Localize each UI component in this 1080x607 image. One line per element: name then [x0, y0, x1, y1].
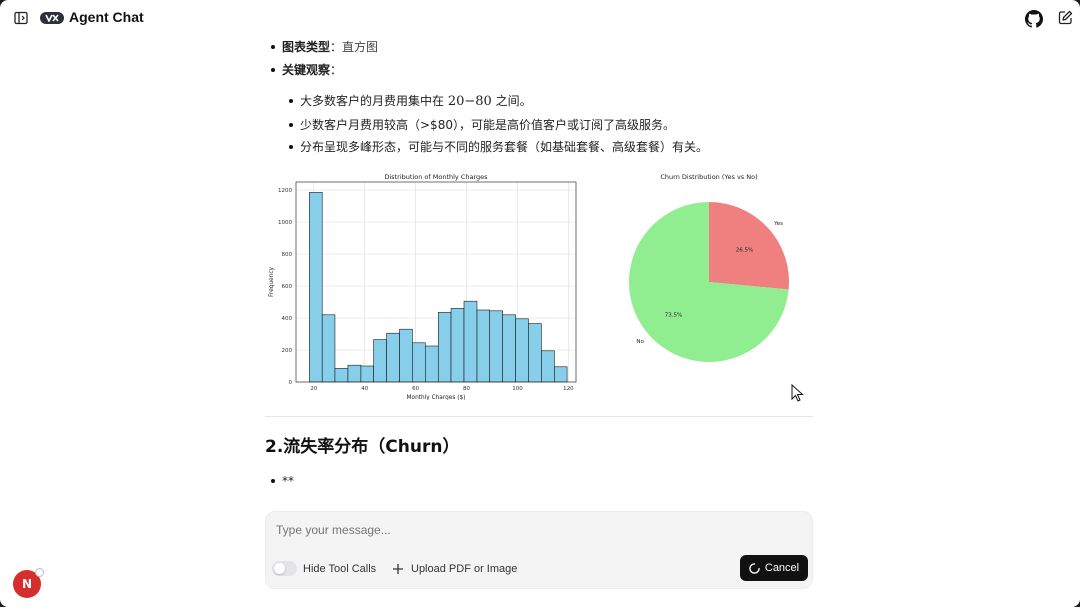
sub-bullet: 大多数客户的月费用集中在 20−80 之间。 — [283, 90, 813, 114]
histogram-bar — [450, 308, 465, 383]
x-tick-label: 100 — [512, 386, 523, 392]
chart-title: Churn Distribution (Yes vs No) — [660, 173, 757, 181]
pie-category-label: Yes — [773, 221, 783, 227]
pie-slice-yes — [709, 202, 789, 290]
x-tick-label: 40 — [361, 386, 368, 392]
new-chat-button[interactable] — [1057, 9, 1074, 26]
math-inline: 20−80 — [447, 94, 492, 109]
hide-tool-calls-toggle[interactable] — [272, 561, 297, 576]
sub-bullet: 分布呈现多峰形态，可能与不同的服务套餐（如基础套餐、高级套餐）有关。 — [283, 136, 813, 159]
histogram-bar — [386, 332, 400, 383]
app-title: Agent Chat — [69, 9, 144, 25]
histogram-bar — [541, 350, 555, 383]
bullet-separator: ： — [330, 40, 343, 54]
sub-bullet-text: 少数客户月费用较高（>$80），可能是高价值客户或订阅了高级服务。 — [300, 117, 675, 132]
upload-button[interactable]: Upload PDF or Image — [391, 560, 521, 578]
histogram-bar — [554, 366, 568, 383]
github-link[interactable] — [1024, 9, 1043, 28]
histogram-bar — [489, 310, 503, 383]
section-heading: 2.流失率分布（Churn） — [265, 437, 460, 457]
pie-value-label: 26.5% — [736, 248, 753, 254]
histogram-bar — [476, 309, 491, 383]
new-chat-icon — [1058, 10, 1073, 25]
histogram-bar — [399, 328, 413, 383]
x-tick-label: 120 — [563, 386, 574, 392]
histogram-bar — [502, 314, 516, 383]
histogram-bar — [515, 318, 529, 383]
pie-value-label: 73.5% — [665, 312, 682, 318]
sub-bullet-text: 大多数客户的月费用集中在 — [300, 94, 448, 108]
x-tick-label: 80 — [463, 386, 470, 392]
y-tick-label: 200 — [282, 348, 293, 354]
bullet-separator: ： — [330, 62, 343, 77]
avatar-initial: N — [21, 577, 33, 591]
y-tick-label: 600 — [282, 284, 293, 290]
chart-title: Distribution of Monthly Charges — [384, 173, 488, 181]
app-window: Agent Chat 图表类型：直方图 关键观察： 大多数客户的月费用集中在 2… — [0, 0, 1080, 607]
message-composer: Hide Tool Calls Upload PDF or Image Canc… — [265, 511, 813, 589]
y-tick-label: 1200 — [278, 188, 292, 194]
pie-category-label: No — [636, 339, 644, 345]
bullet-label: 图表类型 — [282, 40, 331, 54]
histogram-bar — [321, 314, 336, 383]
sub-bullet-text: 之间。 — [491, 94, 532, 108]
bullet-value: 直方图 — [342, 40, 379, 54]
message-input[interactable] — [276, 523, 796, 537]
y-tick-label: 400 — [282, 316, 293, 322]
histogram-bar — [373, 339, 387, 383]
x-axis-label: Monthly Charges ($) — [407, 395, 466, 400]
histogram-bar — [437, 312, 452, 383]
mouse-cursor-icon — [791, 384, 804, 402]
bullet-label: 关键观察 — [282, 62, 331, 77]
histogram-bar — [425, 345, 439, 383]
histogram-bar — [412, 342, 426, 383]
bullet-key-observations: 关键观察： — [265, 59, 805, 82]
histogram-bar — [463, 300, 478, 383]
histogram-bar — [528, 323, 542, 383]
sidebar-toggle-icon — [14, 11, 28, 25]
y-tick-label: 800 — [282, 252, 293, 258]
x-tick-label: 60 — [412, 386, 419, 392]
histogram-bar — [347, 364, 362, 383]
github-icon — [1024, 9, 1043, 28]
histogram-bar — [309, 192, 323, 383]
y-tick-label: 1000 — [278, 220, 292, 226]
pie-chart: Churn Distribution (Yes vs No) 26.5% Yes 73… — [629, 173, 789, 362]
upload-label: Upload PDF or Image — [411, 563, 518, 575]
bullet-chart-type: 图表类型：直方图 — [265, 36, 805, 59]
cancel-label: Cancel — [764, 562, 800, 574]
y-tick-label: 0 — [289, 380, 293, 386]
sidebar-toggle-button[interactable] — [13, 10, 29, 26]
x-tick-label: 20 — [310, 386, 317, 392]
top-bar: Agent Chat — [0, 0, 1080, 36]
y-axis-label: Frequency — [269, 266, 275, 297]
spinner-icon — [749, 562, 760, 574]
cancel-button[interactable]: Cancel — [740, 555, 808, 581]
agent-logo-icon — [40, 12, 64, 24]
plus-icon — [393, 564, 403, 574]
histogram-bar — [360, 365, 374, 383]
trailing-bullet: ** — [265, 470, 465, 493]
hide-tool-calls-label: Hide Tool Calls — [303, 563, 377, 575]
sub-bullet: 少数客户月费用较高（>$80），可能是高价值客户或订阅了高级服务。 — [283, 114, 813, 137]
histogram-bar — [334, 368, 349, 383]
histogram-chart: Distribution of Monthly Charges 0 200 400 60… — [269, 173, 577, 400]
divider — [265, 416, 813, 417]
avatar-status-dot — [35, 568, 44, 577]
sub-bullet-text: 分布呈现多峰形态，可能与不同的服务套餐（如基础套餐、高级套餐）有关。 — [300, 140, 709, 154]
user-avatar[interactable]: N — [13, 568, 44, 598]
